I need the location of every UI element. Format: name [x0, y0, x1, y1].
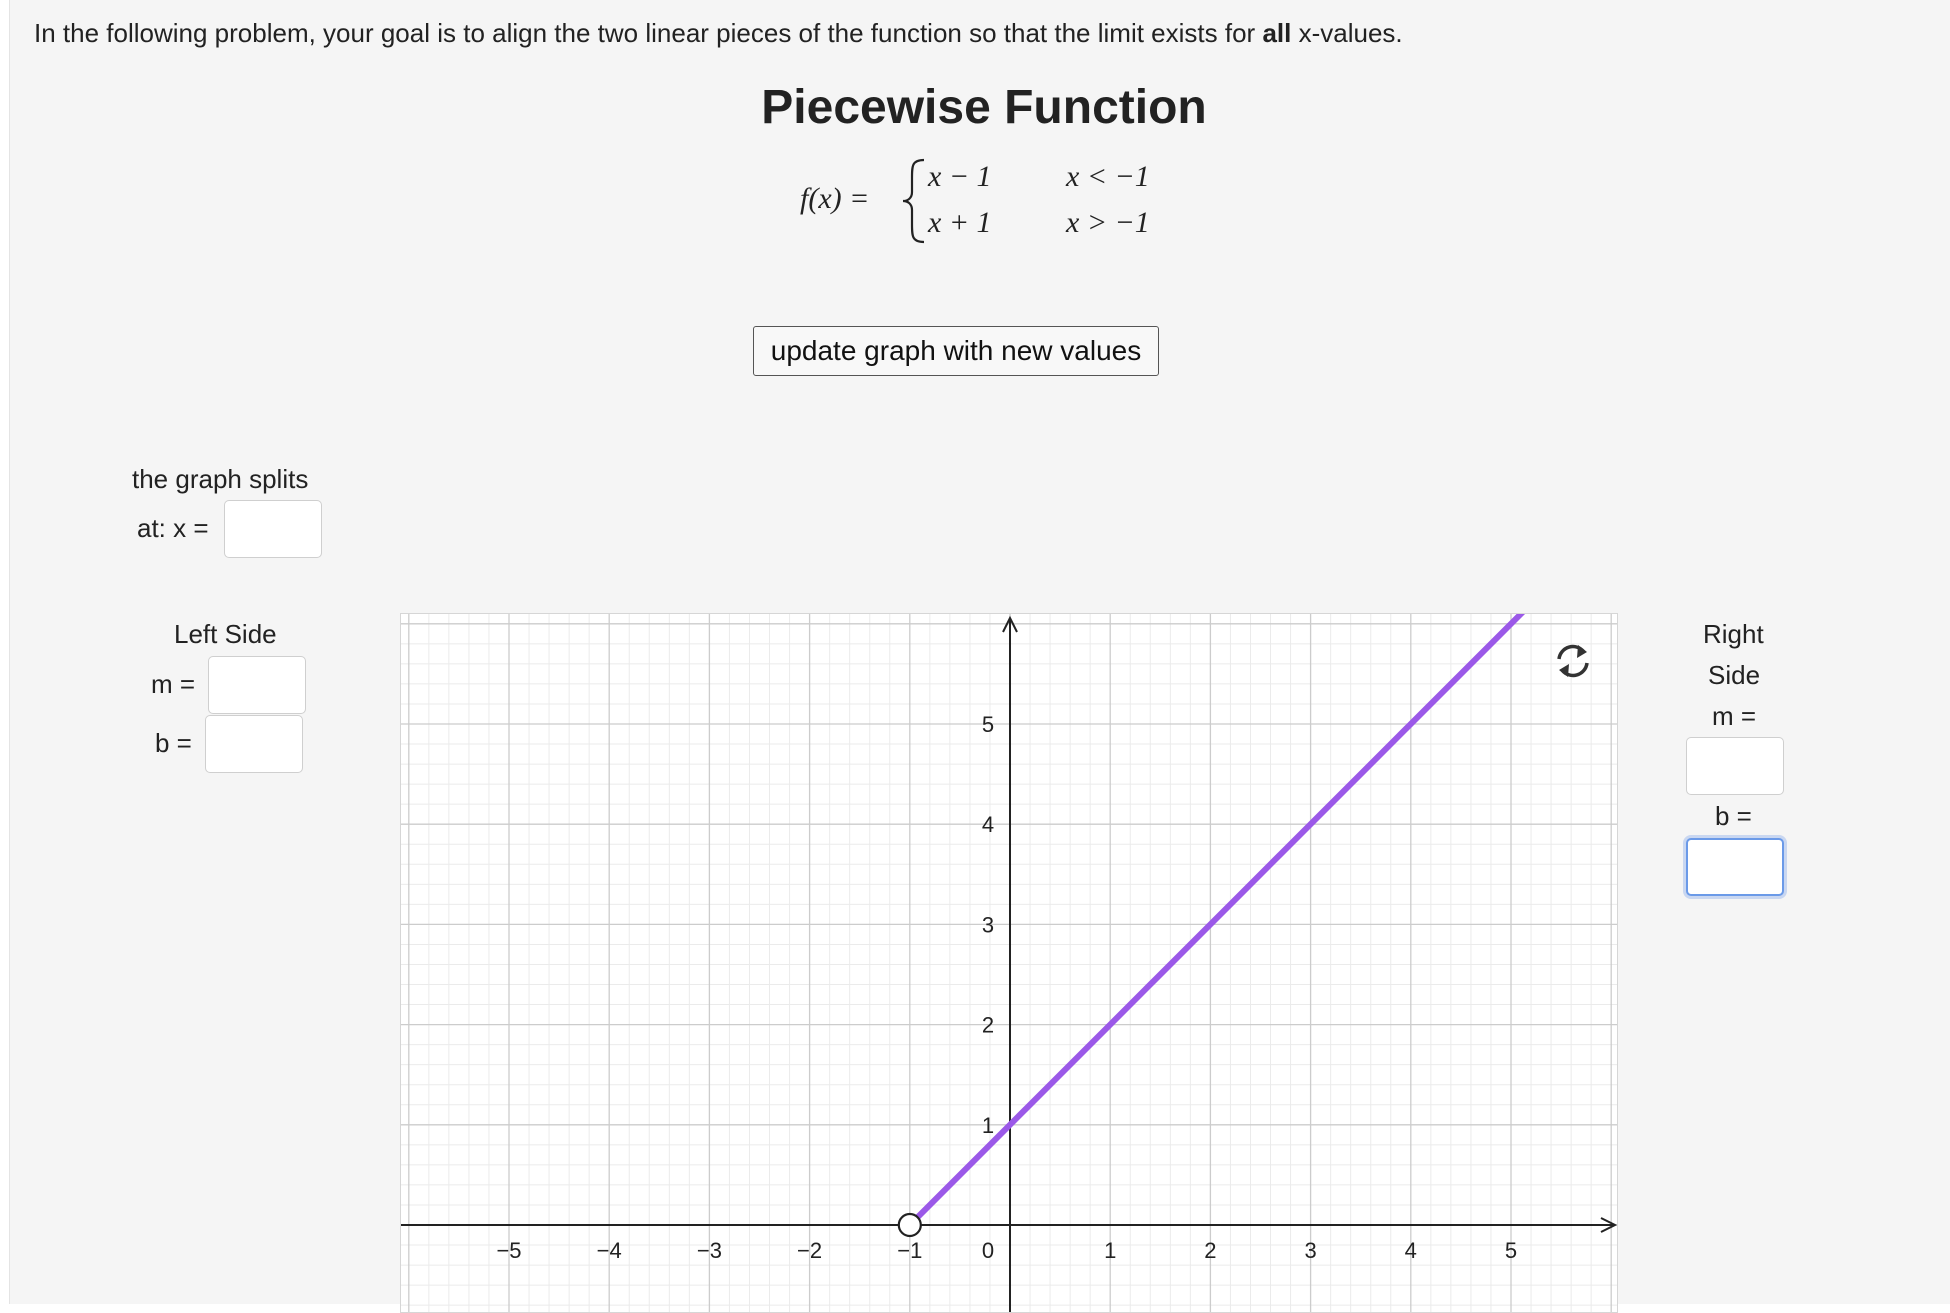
- right-side-heading: Right: [1703, 619, 1764, 649]
- y-tick-label: 5: [982, 712, 994, 737]
- x-tick-label: −4: [597, 1238, 622, 1263]
- y-tick-label: 3: [982, 912, 994, 937]
- piece-2-expr-text: x + 1: [928, 206, 992, 239]
- piece-1-expr: x − 1: [928, 160, 992, 194]
- function-graph[interactable]: −5 −4 −3 −2 −1 0 1 2 3 4 5 1 2 3 4 5: [400, 613, 1618, 1313]
- split-label: the graph splits: [132, 464, 309, 494]
- function-lhs-text: f(x) =: [800, 182, 870, 215]
- x-tick-label: 2: [1204, 1238, 1216, 1263]
- left-m-input[interactable]: [208, 656, 306, 714]
- x-tick-label: 3: [1304, 1238, 1316, 1263]
- open-endpoint: [897, 1212, 922, 1238]
- right-side-heading-2: Side: [1708, 660, 1761, 690]
- x-tick-label: 5: [1505, 1238, 1517, 1263]
- piece-2-expr: x + 1: [928, 206, 992, 240]
- split-x-label: at: x =: [137, 513, 209, 543]
- graph-canvas: −5 −4 −3 −2 −1 0 1 2 3 4 5 1 2 3 4 5: [401, 614, 1617, 1312]
- instructions-part-end: x-values.: [1291, 18, 1403, 48]
- right-b-input[interactable]: [1686, 838, 1784, 896]
- left-side-heading: Left Side: [174, 619, 277, 649]
- split-x-input[interactable]: [224, 500, 322, 558]
- left-b-label: b =: [155, 728, 192, 758]
- x-tick-label: 0: [982, 1238, 994, 1263]
- x-tick-label: −1: [897, 1238, 922, 1263]
- instructions-part: In the following problem, your goal is t…: [34, 18, 1263, 48]
- update-graph-button[interactable]: update graph with new values: [753, 326, 1159, 376]
- y-tick-label: 2: [982, 1013, 994, 1038]
- x-tick-label: −3: [697, 1238, 722, 1263]
- right-m-label: m =: [1712, 701, 1757, 731]
- piecewise-brace: [902, 158, 925, 244]
- page-title: Piecewise Function: [761, 81, 1207, 134]
- function-line: [906, 614, 1526, 1228]
- x-tick-label: 1: [1104, 1238, 1116, 1263]
- piece-1-expr-text: x − 1: [928, 160, 992, 193]
- axes: [401, 615, 1617, 1312]
- instructions-text: In the following problem, your goal is t…: [34, 16, 1403, 50]
- x-tick-label: −5: [496, 1238, 521, 1263]
- left-b-input[interactable]: [205, 715, 303, 773]
- instructions-emphasis: all: [1262, 18, 1292, 48]
- y-tick-label: 1: [982, 1113, 994, 1138]
- right-m-input[interactable]: [1686, 737, 1784, 795]
- right-b-label: b =: [1715, 801, 1752, 831]
- piece-2-condition-text: x > −1: [1066, 206, 1150, 239]
- piece-1-condition-text: x < −1: [1066, 160, 1150, 193]
- function-lhs: f(x) =: [800, 182, 869, 216]
- x-tick-label: 4: [1405, 1238, 1417, 1263]
- y-tick-label: 4: [982, 812, 994, 837]
- piece-2-condition: x > −1: [1066, 206, 1150, 240]
- piece-1-condition: x < −1: [1066, 160, 1150, 194]
- x-tick-label: −2: [797, 1238, 822, 1263]
- left-m-label: m =: [151, 669, 196, 699]
- refresh-icon[interactable]: [1549, 637, 1597, 685]
